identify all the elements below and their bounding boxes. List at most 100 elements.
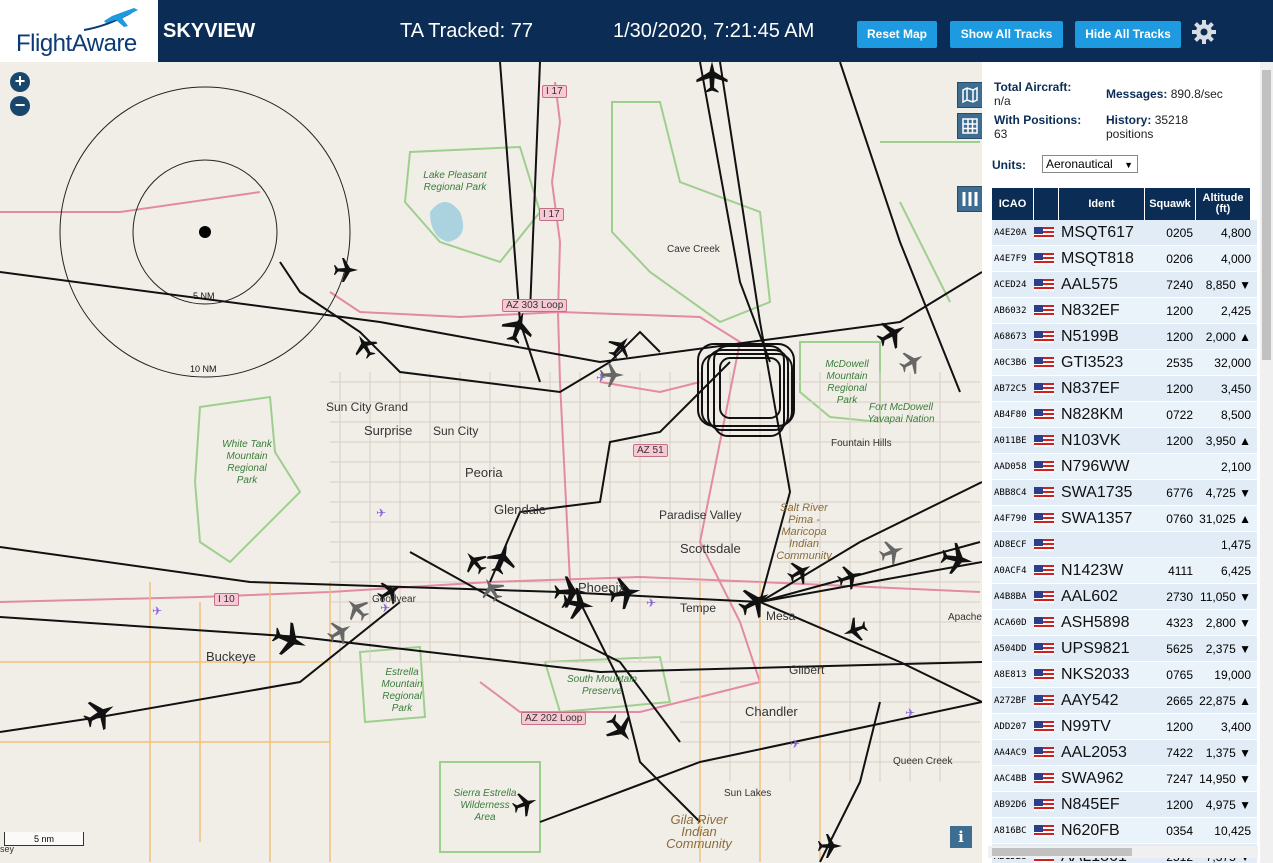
cell-squawk: 0354 xyxy=(1166,823,1193,838)
table-row[interactable]: AAD058 N796WW 2,100 xyxy=(992,454,1257,480)
cell-icao: AAC4BB xyxy=(994,773,1027,784)
cell-squawk: 0765 xyxy=(1166,667,1193,682)
table-row[interactable]: A4F790 SWA1357 0760 31,025 ▲ xyxy=(992,506,1257,532)
table-row[interactable]: A504DD UPS9821 5625 2,375 ▼ xyxy=(992,636,1257,662)
aircraft-marker[interactable] xyxy=(938,540,976,578)
units-label: Units: xyxy=(992,158,1026,172)
aircraft-marker-ground[interactable] xyxy=(323,615,357,649)
grid-icon xyxy=(962,118,978,134)
table-row[interactable]: AB92D6 N845EF 1200 4,975 ▼ xyxy=(992,792,1257,818)
table-row[interactable]: AB6032 N832EF 1200 2,425 xyxy=(992,298,1257,324)
col-altitude[interactable]: Altitude (ft) xyxy=(1196,188,1251,220)
cell-ident: SWA962 xyxy=(1061,769,1124,787)
cell-ident: MSQT818 xyxy=(1061,249,1134,267)
scroll-thumb[interactable] xyxy=(992,848,1132,856)
table-row[interactable]: A68673 N5199B 1200 2,000 ▲ xyxy=(992,324,1257,350)
col-ident[interactable]: Ident xyxy=(1059,188,1145,220)
map-layers-button[interactable] xyxy=(957,82,982,108)
table-row[interactable]: AB72C5 N837EF 1200 3,450 xyxy=(992,376,1257,402)
info-icon[interactable]: i xyxy=(950,826,972,848)
table-row[interactable]: ABB8C4 SWA1735 6776 4,725 ▼ xyxy=(992,480,1257,506)
col-flag[interactable] xyxy=(1034,188,1059,220)
aircraft-marker[interactable] xyxy=(839,614,871,646)
vertical-scrollbar[interactable] xyxy=(1260,62,1273,863)
aircraft-marker[interactable] xyxy=(268,618,312,662)
table-row[interactable]: A816BC N620FB 0354 10,425 xyxy=(992,818,1257,844)
table-row[interactable]: AB4F80 N828KM 0722 8,500 xyxy=(992,402,1257,428)
table-row[interactable]: AAC4BB SWA962 7247 14,950 ▼ xyxy=(992,766,1257,792)
tracked-count: TA Tracked: 77 xyxy=(400,20,534,42)
road-shield: I 17 xyxy=(539,208,564,221)
map-view[interactable]: ✈ ✈ ✈ ✈ ✈ ✈ ✈ Sun City Grand Surprise Su… xyxy=(0,62,982,863)
aircraft-marker[interactable] xyxy=(498,307,538,347)
grid-toggle-button[interactable] xyxy=(957,113,982,139)
table-row[interactable]: A0C3B6 GTI3523 2535 32,000 xyxy=(992,350,1257,376)
table-row[interactable]: A0ACF4 N1423W 4111 6,425 xyxy=(992,558,1257,584)
aircraft-marker[interactable] xyxy=(348,329,382,363)
aircraft-marker-ground[interactable] xyxy=(895,345,929,379)
aircraft-layer: ✈ ✈ ✈ ✈ ✈ ✈ ✈ xyxy=(78,62,976,858)
cell-ident: SWA1735 xyxy=(1061,483,1133,501)
reset-map-button[interactable]: Reset Map xyxy=(857,21,937,48)
aircraft-marker[interactable] xyxy=(696,62,728,93)
cell-altitude: 4,800 xyxy=(1220,225,1251,240)
logo-wordmark: FlightAware xyxy=(16,30,137,57)
col-icao[interactable]: ICAO xyxy=(992,188,1034,220)
table-row[interactable]: A8E813 NKS2033 0765 19,000 xyxy=(992,662,1257,688)
table-row[interactable]: A011BE N103VK 1200 3,950 ▲ xyxy=(992,428,1257,454)
aircraft-marker[interactable] xyxy=(603,330,637,364)
cell-squawk: 1200 xyxy=(1166,797,1193,812)
cell-icao: A011BE xyxy=(994,435,1027,446)
aircraft-marker-ground[interactable] xyxy=(876,536,908,568)
cell-altitude: 22,875 ▲ xyxy=(1199,693,1251,708)
zoom-in-button[interactable]: + xyxy=(10,72,30,92)
scroll-thumb[interactable] xyxy=(1262,70,1271,360)
table-row[interactable]: A4E7F9 MSQT818 0206 4,000 xyxy=(992,246,1257,272)
table-row[interactable]: ACA60D ASH5898 4323 2,800 ▼ xyxy=(992,610,1257,636)
aircraft-marker[interactable] xyxy=(872,314,912,354)
flag-icon xyxy=(1034,590,1059,603)
place-label: Buckeye xyxy=(206,649,256,664)
table-row[interactable]: AA4AC9 AAL2053 7422 1,375 ▼ xyxy=(992,740,1257,766)
aircraft-marker[interactable] xyxy=(483,540,521,578)
place-label: Sun City Grand xyxy=(326,400,409,414)
table-row[interactable]: A4B8BA AAL602 2730 11,050 ▼ xyxy=(992,584,1257,610)
table-row[interactable]: A272BF AAY542 2665 22,875 ▲ xyxy=(992,688,1257,714)
aircraft-marker[interactable] xyxy=(834,561,866,593)
flightaware-logo[interactable]: FlightAware xyxy=(0,0,158,62)
aircraft-marker-ground[interactable] xyxy=(475,572,509,606)
aircraft-marker[interactable] xyxy=(78,692,122,736)
cell-altitude: 2,000 ▲ xyxy=(1205,329,1251,344)
aircraft-marker[interactable] xyxy=(458,545,492,579)
col-squawk[interactable]: Squawk xyxy=(1145,188,1196,220)
cell-icao: AAD058 xyxy=(994,461,1027,472)
units-select[interactable]: Aeronautical ▼ xyxy=(1042,155,1138,173)
cell-ident: N103VK xyxy=(1061,431,1121,449)
range-ring-label: 5 NM xyxy=(193,291,215,301)
hide-all-tracks-button[interactable]: Hide All Tracks xyxy=(1075,21,1181,48)
cell-altitude: 2,100 xyxy=(1220,459,1251,474)
cell-squawk: 1200 xyxy=(1166,329,1193,344)
flag-icon xyxy=(1034,616,1059,629)
cell-ident: AAL575 xyxy=(1061,275,1118,293)
table-row[interactable]: A4E20A MSQT617 0205 4,800 xyxy=(992,220,1257,246)
cell-altitude: 3,950 ▲ xyxy=(1205,433,1251,448)
zoom-out-button[interactable]: − xyxy=(10,96,30,116)
aircraft-marker-ground[interactable] xyxy=(340,592,374,626)
aircraft-marker[interactable] xyxy=(334,258,358,282)
cell-altitude: 4,725 ▼ xyxy=(1205,485,1251,500)
horizontal-scrollbar[interactable] xyxy=(988,846,1258,858)
table-row[interactable]: AD8ECF 1,475 xyxy=(992,532,1257,558)
cell-icao: A4E7F9 xyxy=(994,253,1027,264)
aircraft-marker[interactable] xyxy=(818,834,842,858)
cell-squawk: 0722 xyxy=(1166,407,1193,422)
table-row[interactable]: ACED24 AAL575 7240 8,850 ▼ xyxy=(992,272,1257,298)
cell-ident: N837EF xyxy=(1061,379,1120,397)
aircraft-marker[interactable] xyxy=(599,708,641,750)
columns-toggle-button[interactable] xyxy=(957,186,982,212)
show-all-tracks-button[interactable]: Show All Tracks xyxy=(950,21,1063,48)
table-row[interactable]: ADD207 N99TV 1200 3,400 xyxy=(992,714,1257,740)
gear-icon[interactable] xyxy=(1191,19,1217,45)
place-label: Fountain Hills xyxy=(831,438,892,449)
cell-squawk: 0205 xyxy=(1166,225,1193,240)
